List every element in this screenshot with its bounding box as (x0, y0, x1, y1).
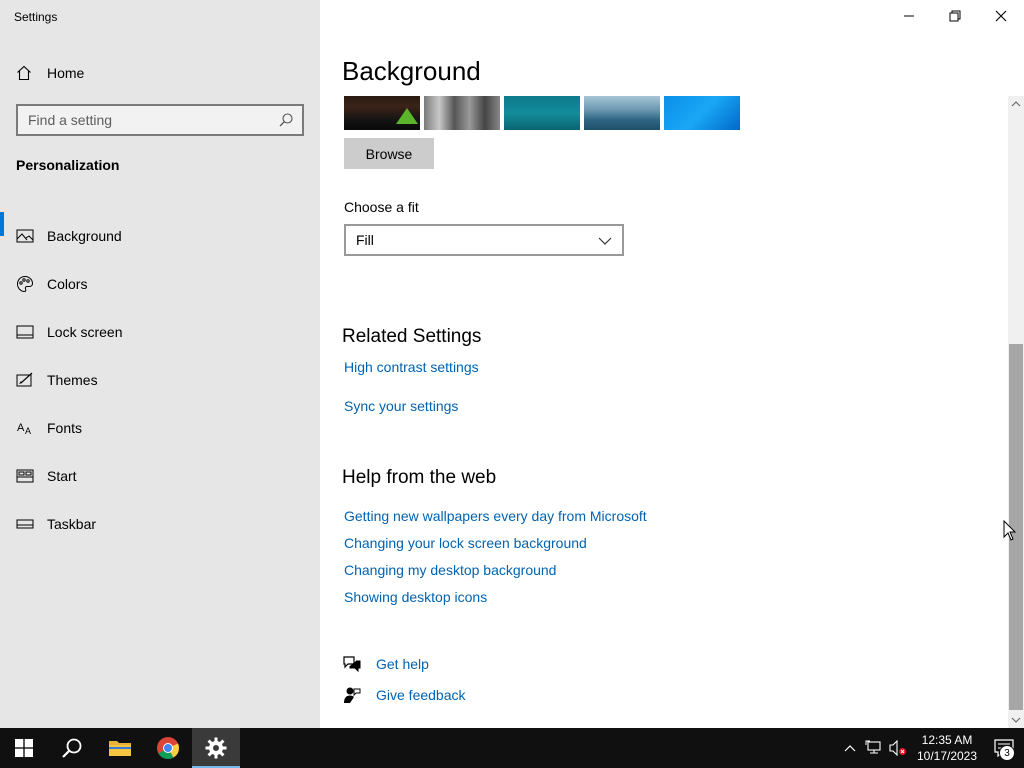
give-feedback-link[interactable]: Give feedback (376, 687, 466, 703)
help-link-lock-screen[interactable]: Changing your lock screen background (344, 535, 587, 551)
start-button[interactable] (0, 728, 48, 768)
search-input[interactable] (28, 112, 278, 128)
minimize-button[interactable] (886, 0, 932, 32)
app-title: Settings (14, 10, 58, 24)
high-contrast-link[interactable]: High contrast settings (344, 359, 479, 375)
sidebar-item-taskbar[interactable]: Taskbar (0, 500, 320, 548)
file-explorer-button[interactable] (96, 728, 144, 768)
lock-screen-icon (16, 323, 34, 341)
restore-button[interactable] (932, 0, 978, 32)
fit-label: Choose a fit (344, 199, 419, 215)
fonts-icon: AA (16, 419, 34, 437)
help-link-desktop-background[interactable]: Changing my desktop background (344, 562, 556, 578)
action-center-button[interactable]: 3 (984, 728, 1024, 768)
sidebar-item-label: Taskbar (47, 516, 97, 532)
window-controls (886, 0, 1024, 32)
gear-icon (205, 737, 227, 759)
folder-icon (109, 741, 131, 756)
get-help-icon (342, 654, 362, 674)
browse-button[interactable]: Browse (344, 138, 434, 169)
taskbar-search-button[interactable] (48, 728, 96, 768)
content-pane: Background Browse Choose a fit Fill Rela… (320, 0, 1024, 728)
sidebar-item-label: Colors (47, 276, 88, 292)
themes-icon (16, 371, 34, 389)
wallpaper-thumbnail[interactable] (344, 96, 420, 130)
help-link-wallpapers[interactable]: Getting new wallpapers every day from Mi… (344, 508, 647, 524)
mouse-cursor-icon (1003, 519, 1017, 542)
sidebar-item-fonts[interactable]: AA Fonts (0, 404, 320, 452)
clock[interactable]: 12:35 AM 10/17/2023 (910, 732, 984, 764)
sidebar-item-lock-screen[interactable]: Lock screen (0, 308, 320, 356)
picture-icon (16, 227, 34, 245)
fit-dropdown[interactable]: Fill (344, 224, 624, 256)
system-tray: 12:35 AM 10/17/2023 3 (838, 728, 1024, 768)
search-box[interactable] (16, 104, 304, 136)
network-icon (865, 740, 881, 754)
chrome-button[interactable] (144, 728, 192, 768)
nav-list: Background Colors Lock screen Themes AA … (0, 212, 320, 548)
taskbar: 12:35 AM 10/17/2023 3 (0, 728, 1024, 768)
sidebar-item-label: Fonts (47, 420, 83, 436)
clock-time: 12:35 AM (921, 733, 973, 747)
sidebar-item-colors[interactable]: Colors (0, 260, 320, 308)
svg-text:A: A (25, 426, 31, 436)
help-link-desktop-icons[interactable]: Showing desktop icons (344, 589, 487, 605)
page-title: Background (342, 56, 481, 86)
chevron-up-icon (844, 745, 856, 752)
taskbar-icon (16, 515, 34, 533)
give-feedback-row[interactable]: Give feedback (342, 685, 466, 705)
scroll-up-arrow-icon[interactable] (1008, 96, 1024, 112)
recent-images (344, 96, 740, 130)
sync-settings-link[interactable]: Sync your settings (344, 398, 458, 414)
sidebar-item-home[interactable]: Home (16, 62, 84, 84)
start-icon (16, 467, 34, 485)
scroll-down-arrow-icon[interactable] (1008, 712, 1024, 728)
windows-logo-icon (15, 739, 33, 757)
chevron-down-icon (598, 232, 612, 248)
volume-muted-icon (889, 740, 906, 756)
get-help-link[interactable]: Get help (376, 656, 429, 672)
related-settings-heading: Related Settings (342, 326, 482, 347)
clock-date: 10/17/2023 (916, 749, 978, 763)
sidebar-item-themes[interactable]: Themes (0, 356, 320, 404)
sidebar-item-background[interactable]: Background (0, 212, 320, 260)
volume-button[interactable] (886, 728, 910, 768)
vertical-scrollbar[interactable] (1008, 96, 1024, 728)
wallpaper-thumbnail[interactable] (504, 96, 580, 130)
search-icon (62, 738, 82, 758)
section-label: Personalization (16, 157, 120, 173)
settings-taskbar-button[interactable] (192, 728, 240, 768)
close-button[interactable] (978, 0, 1024, 32)
get-help-row[interactable]: Get help (342, 654, 429, 674)
fit-value: Fill (356, 232, 374, 248)
sidebar-item-label: Themes (47, 372, 98, 388)
sidebar-item-label: Lock screen (47, 324, 123, 340)
sidebar-item-label: Background (47, 228, 122, 244)
network-button[interactable] (862, 728, 886, 768)
home-icon (16, 65, 32, 81)
svg-text:A: A (17, 422, 25, 434)
chrome-icon (157, 737, 179, 759)
search-icon[interactable] (278, 112, 294, 128)
notification-count-badge: 3 (999, 745, 1015, 761)
wallpaper-thumbnail[interactable] (424, 96, 500, 130)
sidebar-item-label: Start (47, 468, 77, 484)
sidebar-item-start[interactable]: Start (0, 452, 320, 500)
feedback-icon (342, 685, 362, 705)
sidebar: Settings Home Personalization Background… (0, 0, 320, 728)
show-hidden-icons-button[interactable] (838, 728, 862, 768)
help-heading: Help from the web (342, 467, 497, 488)
wallpaper-thumbnail[interactable] (664, 96, 740, 130)
palette-icon (16, 275, 34, 293)
home-label: Home (47, 65, 85, 81)
wallpaper-thumbnail[interactable] (584, 96, 660, 130)
